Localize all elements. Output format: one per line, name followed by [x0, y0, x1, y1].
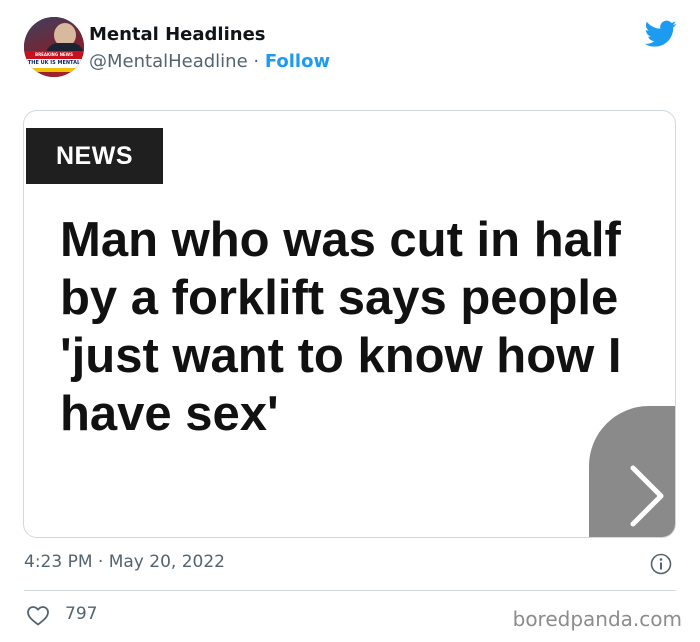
author-name[interactable]: Mental Headlines [89, 24, 266, 45]
chevron-right-icon [630, 465, 664, 527]
footer-divider [24, 590, 676, 591]
like-count: 797 [65, 604, 98, 624]
twitter-bird-icon[interactable] [645, 20, 677, 48]
avatar-caption: THE UK IS MENTAL [24, 59, 84, 68]
follow-button[interactable]: Follow [265, 51, 330, 72]
info-icon[interactable] [650, 553, 672, 575]
heart-icon[interactable] [26, 604, 50, 626]
avatar-breaking-bar: BREAKING NEWS [24, 51, 84, 59]
headline-text: Man who was cut in half by a forklift sa… [60, 213, 622, 441]
author-handle-row: @MentalHeadline · Follow [89, 51, 330, 72]
news-tag: NEWS [26, 128, 163, 184]
avatar[interactable]: BREAKING NEWS THE UK IS MENTAL [24, 17, 84, 77]
handle-separator: · [247, 51, 265, 72]
avatar-ticker-bar [28, 68, 80, 72]
tweet-embed: BREAKING NEWS THE UK IS MENTAL Mental He… [0, 0, 700, 642]
author-handle[interactable]: @MentalHeadline [89, 51, 248, 72]
media-card[interactable]: NEWS Man who was cut in half by a forkli… [23, 110, 676, 538]
tweet-timestamp[interactable]: 4:23 PM · May 20, 2022 [24, 552, 225, 572]
source-watermark: boredpanda.com [512, 607, 682, 631]
